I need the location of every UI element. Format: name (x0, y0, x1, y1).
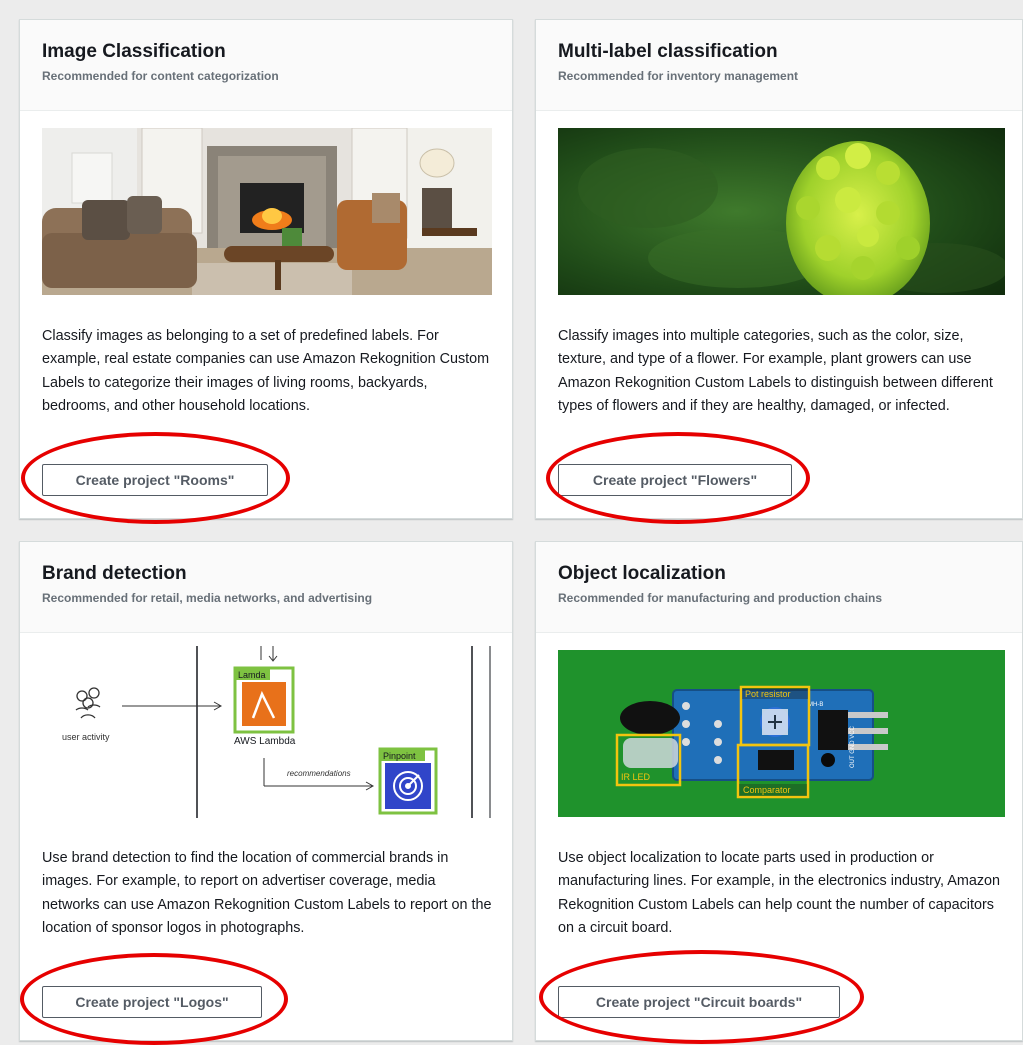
card-multi-label-classification: Multi-label classification Recommended f… (535, 19, 1023, 519)
card-brand-detection: Brand detection Recommended for retail, … (19, 541, 513, 1041)
card-object-localization: Object localization Recommended for manu… (535, 541, 1023, 1041)
card-title: Image Classification (42, 41, 226, 62)
diagram-arrow-label: recommendations (287, 769, 351, 778)
create-project-flowers-button[interactable]: Create project "Flowers" (558, 464, 792, 496)
create-project-rooms-button[interactable]: Create project "Rooms" (42, 464, 268, 496)
card-subtitle: Recommended for content categorization (42, 69, 279, 83)
diagram-user-label: user activity (62, 732, 110, 742)
annotation-pot-resistor: Pot resistor (745, 689, 791, 699)
board-pin-labels: OUT GND VCC (850, 725, 856, 768)
card-description: Classify images into multiple categories… (558, 328, 993, 414)
create-project-circuit-boards-button[interactable]: Create project "Circuit boards" (558, 986, 840, 1018)
card-header: Multi-label classification Recommended f… (536, 20, 1022, 111)
circuit-board-image: MH-B OUT GND VCC Pot resistor IR LED Com… (558, 650, 1005, 817)
card-image-classification: Image Classification Recommended for con… (19, 19, 513, 519)
card-description: Classify images as belonging to a set of… (42, 328, 490, 414)
card-header: Image Classification Recommended for con… (20, 20, 512, 111)
card-description: Use object localization to locate parts … (558, 850, 1001, 936)
annotation-comparator: Comparator (743, 785, 791, 795)
architecture-diagram: user activity Lamda AWS Lambda recommend… (42, 646, 492, 821)
diagram-lambda-label: AWS Lambda (234, 736, 296, 747)
card-header: Brand detection Recommended for retail, … (20, 542, 512, 633)
users-icon (75, 687, 101, 719)
card-header: Object localization Recommended for manu… (536, 542, 1022, 633)
annotation-ir-led: IR LED (621, 772, 651, 782)
card-description: Use brand detection to find the location… (42, 850, 492, 936)
card-title: Brand detection (42, 563, 187, 584)
flower-image (558, 128, 1005, 295)
card-title: Multi-label classification (558, 41, 778, 62)
living-room-image (42, 128, 492, 295)
card-subtitle: Recommended for inventory management (558, 69, 799, 83)
card-title: Object localization (558, 563, 726, 584)
diagram-lambda-tag: Lamda (238, 670, 266, 680)
board-id-text: MH-B (808, 702, 823, 708)
card-subtitle: Recommended for retail, media networks, … (42, 591, 373, 605)
diagram-pinpoint-tag: Pinpoint (383, 751, 416, 761)
card-subtitle: Recommended for manufacturing and produc… (558, 591, 883, 605)
create-project-logos-button[interactable]: Create project "Logos" (42, 986, 262, 1018)
